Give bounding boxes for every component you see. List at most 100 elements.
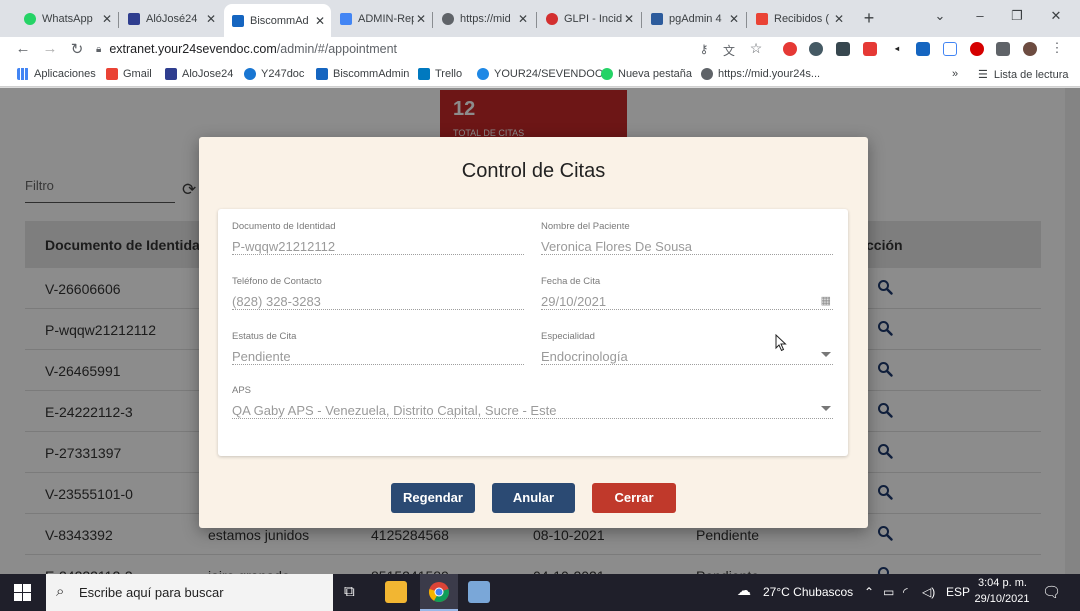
bookmark-gmail[interactable]: Gmail xyxy=(106,68,152,80)
tab-admin-rep[interactable]: ADMIN-Rep ✕ xyxy=(332,6,432,32)
lock-icon: 🔒︎ xyxy=(96,43,102,55)
windows-start-icon[interactable] xyxy=(14,584,31,601)
bookmark-trello[interactable]: Trello xyxy=(418,68,462,80)
appointment-control-dialog: Control de Citas Documento de Identidad … xyxy=(199,137,868,528)
globe-icon xyxy=(701,68,713,80)
chevron-down-icon[interactable] xyxy=(821,352,831,357)
globe-icon xyxy=(442,13,454,25)
bookmark-label: BiscommAdmin xyxy=(333,68,410,80)
tab-mid[interactable]: https://mid ✕ xyxy=(434,6,534,32)
close-tab-icon[interactable]: ✕ xyxy=(100,12,114,26)
extension-icon[interactable] xyxy=(863,42,877,56)
file-explorer-icon[interactable] xyxy=(385,581,407,603)
close-window-icon[interactable]: ✕ xyxy=(1046,8,1066,24)
tab-title: BiscommAd xyxy=(250,14,309,27)
forward-icon[interactable]: → xyxy=(41,40,59,57)
status-label: Estatus de Cita xyxy=(232,331,297,342)
phone-field[interactable]: Teléfono de Contacto (828) 328-3283 xyxy=(232,276,524,310)
chevron-down-icon[interactable] xyxy=(821,406,831,411)
battery-icon[interactable]: ▭ xyxy=(883,585,894,599)
tab-search-icon[interactable]: ⌄ xyxy=(930,8,950,24)
task-view-icon[interactable]: ⧉ xyxy=(344,583,355,600)
extension-icon[interactable] xyxy=(916,42,930,56)
patient-name-field[interactable]: Nombre del Paciente Veronica Flores De S… xyxy=(541,221,833,255)
minimize-icon[interactable]: – xyxy=(970,8,990,23)
tab-title: GLPI - Incid xyxy=(564,13,622,25)
bookmark-your24[interactable]: YOUR24/SEVENDOC xyxy=(477,68,603,80)
back-icon[interactable]: ← xyxy=(14,40,32,57)
close-button[interactable]: Cerrar xyxy=(592,483,676,513)
url-path: /admin/#/appointment xyxy=(276,42,398,56)
avatar[interactable] xyxy=(1023,42,1037,56)
chrome-icon xyxy=(429,582,449,603)
extension-icon[interactable] xyxy=(783,42,797,56)
gmail-icon xyxy=(756,13,768,25)
bookmark-biscommadmin[interactable]: BiscommAdmin xyxy=(316,68,409,80)
network-icon[interactable]: ◜ xyxy=(903,585,908,599)
reload-icon[interactable]: ↻ xyxy=(68,40,86,58)
document-value: P-wqqw21212112 xyxy=(232,239,336,254)
translate-icon[interactable]: 文 xyxy=(720,42,738,59)
status-field[interactable]: Estatus de Cita Pendiente xyxy=(232,331,524,365)
document-field[interactable]: Documento de Identidad P-wqqw21212112 xyxy=(232,221,524,255)
weather-text[interactable]: 27°C Chubascos xyxy=(763,585,853,599)
clock-time[interactable]: 3:04 p. m. xyxy=(978,577,1027,589)
cancel-appointment-button[interactable]: Anular xyxy=(492,483,575,513)
close-tab-icon[interactable]: ✕ xyxy=(313,14,327,28)
chrome-taskbar-button[interactable] xyxy=(420,574,458,611)
bookmark-star-icon[interactable]: ☆ xyxy=(747,40,765,57)
reschedule-button[interactable]: Regendar xyxy=(391,483,475,513)
key-icon[interactable]: ⚷ xyxy=(695,42,713,56)
close-tab-icon[interactable]: ✕ xyxy=(622,12,636,26)
extension-icon[interactable] xyxy=(836,42,850,56)
extension-icon[interactable] xyxy=(809,42,823,56)
aps-select[interactable]: APS QA Gaby APS - Venezuela, Distrito Ca… xyxy=(232,385,833,419)
tab-whatsapp[interactable]: WhatsApp ✕ xyxy=(16,6,118,32)
tab-title: Recibidos ( xyxy=(774,13,830,25)
tab-biscommadmin[interactable]: BiscommAd ✕ xyxy=(224,4,331,37)
close-tab-icon[interactable]: ✕ xyxy=(727,12,741,26)
new-tab-icon[interactable]: + xyxy=(859,8,879,28)
address-bar[interactable]: 🔒︎ extranet.your24sevendoc.com/admin/#/a… xyxy=(96,38,776,60)
glpi-icon xyxy=(546,13,558,25)
tab-recibidos[interactable]: Recibidos ( ✕ xyxy=(748,6,850,32)
show-hidden-icons-icon[interactable]: ⌃ xyxy=(864,585,874,599)
close-tab-icon[interactable]: ✕ xyxy=(414,12,428,26)
taskbar-search-input[interactable]: ⌕ Escribe aquí para buscar xyxy=(46,574,333,611)
close-tab-icon[interactable]: ✕ xyxy=(516,12,530,26)
language-indicator[interactable]: ESP xyxy=(946,585,970,599)
gmail-icon xyxy=(106,68,118,80)
specialty-select[interactable]: Especialidad Endocrinología xyxy=(541,331,833,365)
bookmark-apps[interactable]: Aplicaciones xyxy=(17,68,96,80)
apps-grid-icon xyxy=(17,68,29,80)
windows-taskbar: ⌕ Escribe aquí para buscar ⧉ ☁ 27°C Chub… xyxy=(0,574,1080,611)
bookmark-mid[interactable]: https://mid.your24s... xyxy=(701,68,820,80)
bookmark-label: Trello xyxy=(435,68,463,80)
notification-center-icon[interactable]: 🗨︎ xyxy=(1042,583,1061,601)
weather-icon[interactable]: ☁ xyxy=(737,582,751,599)
more-bookmarks-button[interactable]: » xyxy=(952,68,958,80)
calendar-icon[interactable]: ▦ xyxy=(821,294,831,307)
menu-dots-icon[interactable]: ⋮ xyxy=(1048,40,1066,56)
close-tab-icon[interactable]: ✕ xyxy=(204,12,218,26)
appointment-date-field[interactable]: Fecha de Cita 29/10/2021 ▦ xyxy=(541,276,833,310)
puzzle-icon[interactable] xyxy=(996,42,1010,56)
aps-value: QA Gaby APS - Venezuela, Distrito Capita… xyxy=(232,403,557,418)
bookmark-y247doc[interactable]: Y247doc xyxy=(244,68,304,80)
your24-icon xyxy=(477,68,489,80)
tab-pgadmin[interactable]: pgAdmin 4 ✕ xyxy=(643,6,745,32)
volume-icon[interactable]: ◁) xyxy=(922,585,935,599)
extension-icon[interactable]: ◂ xyxy=(890,42,904,56)
tab-alojose24[interactable]: AlóJosé24 ✕ xyxy=(120,6,222,32)
close-tab-icon[interactable]: ✕ xyxy=(832,12,846,26)
bookmark-nueva-pestana[interactable]: Nueva pestaña xyxy=(601,68,692,80)
notepad-icon[interactable] xyxy=(468,581,490,603)
clock-date[interactable]: 29/10/2021 xyxy=(973,593,1031,605)
opera-icon[interactable] xyxy=(970,42,984,56)
tab-glpi[interactable]: GLPI - Incid ✕ xyxy=(538,6,640,32)
restore-icon[interactable]: ❐ xyxy=(1007,8,1027,24)
extension-icon[interactable] xyxy=(943,42,957,56)
bookmark-alojose24[interactable]: AloJose24 xyxy=(165,68,233,80)
biscomm-icon xyxy=(316,68,328,80)
reading-list-button[interactable]: ☰ Lista de lectura xyxy=(978,68,1068,82)
